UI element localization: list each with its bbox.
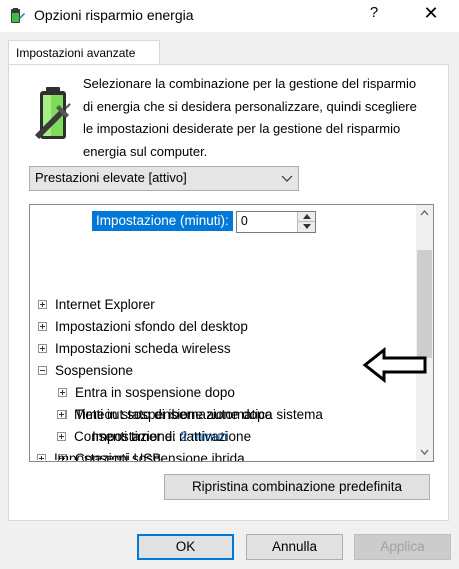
cancel-button[interactable]: Annulla	[246, 534, 343, 560]
apply-button[interactable]: Applica	[354, 534, 451, 560]
setting-label: Impostazione:	[92, 429, 177, 444]
close-button[interactable]: ✕	[418, 3, 444, 27]
tree-item-setting-value[interactable]: Impostazione: 2 minuti	[92, 426, 227, 448]
scroll-thumb[interactable]	[417, 250, 432, 358]
active-setting-row: Impostazione (minuti): 0	[92, 211, 316, 233]
collapse-icon[interactable]	[58, 409, 67, 419]
tree-item-label: Entra in sospensione dopo	[75, 385, 235, 400]
tree-item-sleep-after[interactable]: Entra in sospensione dopo	[58, 382, 235, 404]
expand-icon[interactable]	[58, 453, 67, 461]
power-options-icon	[11, 8, 25, 23]
triangle-down-icon	[302, 224, 311, 229]
scroll-down-button[interactable]	[416, 444, 433, 461]
tree-item-label: Impostazioni sfondo del desktop	[55, 319, 248, 334]
expand-icon[interactable]	[38, 343, 47, 353]
spin-up-button[interactable]	[297, 212, 315, 222]
settings-tree[interactable]: Impostazione (minuti): 0 Internet Explor…	[29, 204, 434, 462]
tree-item-label: Sospensione	[55, 363, 134, 378]
window-title: Opzioni risparmio energia	[34, 7, 194, 23]
spin-down-button[interactable]	[297, 222, 315, 232]
left-arrow-annotation-icon	[362, 347, 427, 383]
tree-scrollbar[interactable]	[416, 205, 433, 461]
tree-item-allow-hybrid-sleep[interactable]: Consenti sospensione ibrida	[58, 448, 245, 461]
tree-item-label: Internet Explorer	[55, 297, 155, 312]
minutes-spinbox[interactable]: 0	[235, 211, 316, 233]
tree-item-label: Timeout sospensione automatica sistema	[75, 407, 323, 422]
active-setting-label: Impostazione (minuti):	[92, 211, 233, 231]
description-text: Selezionare la combinazione per la gesti…	[83, 76, 417, 159]
tree-item-internet-explorer[interactable]: Internet Explorer	[38, 294, 155, 316]
power-plan-dropdown[interactable]: Prestazioni elevate [attivo]	[29, 166, 299, 191]
tab-advanced-settings[interactable]: Impostazioni avanzate	[8, 40, 160, 65]
restore-defaults-button[interactable]: Ripristina combinazione predefinita	[164, 474, 430, 500]
minutes-value[interactable]: 0	[241, 214, 248, 228]
chevron-down-icon	[281, 175, 293, 182]
expand-icon[interactable]	[38, 299, 47, 309]
chevron-down-icon	[420, 449, 429, 455]
power-plan-selected: Prestazioni elevate [attivo]	[35, 170, 187, 185]
help-button[interactable]: ?	[362, 4, 386, 26]
tree-item-system-unattended-sleep-timeout[interactable]: Timeout sospensione automatica sistema	[58, 404, 323, 426]
collapse-icon[interactable]	[38, 365, 47, 375]
tree-item-wireless-adapter[interactable]: Impostazioni scheda wireless	[38, 338, 231, 360]
title-bar: Opzioni risparmio energia ? ✕	[0, 0, 459, 32]
tree-item-label: Consenti sospensione ibrida	[75, 451, 245, 461]
expand-icon[interactable]	[38, 321, 47, 331]
tree-item-desktop-background[interactable]: Impostazioni sfondo del desktop	[38, 316, 248, 338]
tree-item-sleep[interactable]: Sospensione	[38, 360, 133, 382]
setting-value-link[interactable]: 2 minuti	[180, 429, 227, 444]
battery-plug-icon	[35, 87, 71, 139]
ok-button[interactable]: OK	[137, 534, 234, 560]
settings-panel: Selezionare la combinazione per la gesti…	[8, 64, 449, 521]
spin-buttons	[296, 212, 315, 232]
chevron-up-icon	[420, 210, 429, 216]
tree-content: Impostazione (minuti): 0 Internet Explor…	[30, 205, 415, 461]
expand-icon[interactable]	[58, 387, 67, 397]
tree-item-label: Impostazioni scheda wireless	[55, 341, 231, 356]
scroll-up-button[interactable]	[416, 205, 433, 222]
triangle-up-icon	[302, 214, 311, 219]
